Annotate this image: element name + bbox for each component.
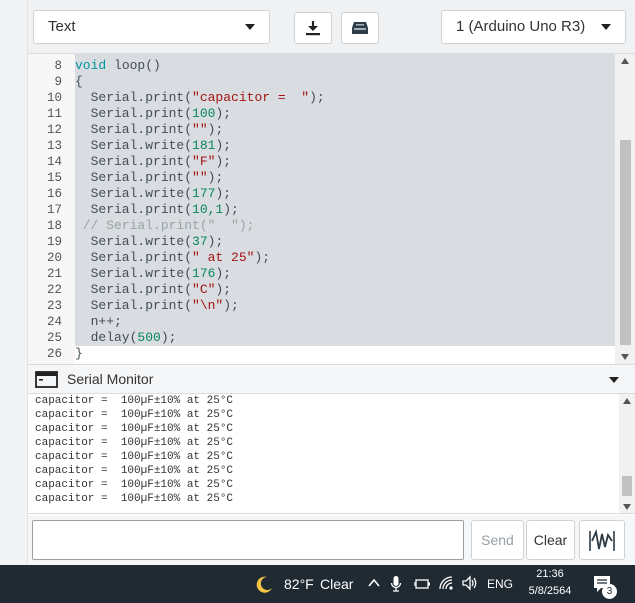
line-number: 10 [46,91,62,105]
microphone-icon[interactable] [390,575,402,593]
code-line: delay(500); [75,330,177,345]
code-line: Serial.write(176); [75,266,232,281]
serial-monitor-header[interactable]: Serial Monitor [28,364,635,394]
scroll-down-icon[interactable] [623,504,631,510]
waveform-icon [589,528,615,551]
serial-output-line: capacitor = 100µF±10% at 25°C [35,437,234,449]
line-number: 26 [46,347,62,361]
code-line: Serial.print("F"); [75,154,232,169]
code-line: n++; [75,314,122,329]
code-line: Serial.print(10,1); [75,202,239,217]
line-number: 9 [54,75,62,89]
serial-output-line: capacitor = 100µF±10% at 25°C [35,409,234,421]
clock-time[interactable]: 21:36 [524,568,576,580]
editor-scrollbar-thumb[interactable] [620,140,631,345]
mode-dropdown-label: Text [48,18,76,35]
code-line: Serial.write(177); [75,186,232,201]
code-line: Serial.print(""); [75,122,224,137]
chevron-down-icon[interactable] [609,377,619,383]
code-line: Serial.write(37); [75,234,224,249]
code-line: Serial.print("\n"); [75,298,239,313]
mode-dropdown[interactable]: Text [33,10,270,44]
line-number: 20 [46,251,62,265]
chevron-down-icon [601,24,611,30]
line-number: 11 [46,107,62,121]
line-number: 12 [46,123,62,137]
serial-output-line: capacitor = 100µF±10% at 25°C [35,465,234,477]
weather-temperature[interactable]: 82°F [284,576,314,592]
upload-to-device-button[interactable] [341,12,379,44]
code-line: Serial.write(181); [75,138,232,153]
board-dropdown[interactable]: 1 (Arduino Uno R3) [441,10,626,44]
download-button[interactable] [294,12,332,44]
battery-plug-icon[interactable] [413,577,431,591]
code-line: Serial.print("C"); [75,282,232,297]
code-line: Serial.print(" at 25"); [75,250,271,265]
serial-input-bar: Send Clear [28,515,635,565]
code-line: Serial.print("capacitor = "); [75,90,325,105]
send-button[interactable]: Send [471,520,524,560]
code-selection-area[interactable]: void loop() { Serial.print("capacitor = … [75,54,615,346]
line-number: 15 [46,171,62,185]
input-language[interactable]: ENG [487,577,513,591]
line-number: 14 [46,155,62,169]
code-line: Serial.print(100); [75,106,232,121]
line-number: 17 [46,203,62,217]
scroll-up-icon[interactable] [623,398,631,404]
clock-date[interactable]: 5/8/2564 [524,585,576,597]
chevron-down-icon [245,24,255,30]
serial-output-line: capacitor = 100µF±10% at 25°C [35,493,234,505]
terminal-window-icon [35,371,58,388]
board-dropdown-label: 1 (Arduino Uno R3) [456,18,586,35]
line-number: 23 [46,299,62,313]
serial-input-field[interactable] [32,520,464,560]
volume-icon[interactable] [461,575,479,591]
serial-output: capacitor = 100µF±10% at 25°C capacitor … [28,394,635,514]
line-number: 18 [46,219,62,233]
serial-output-line: capacitor = 100µF±10% at 25°C [35,451,234,463]
scroll-down-icon[interactable] [621,354,629,360]
serial-output-line: capacitor = 100µF±10% at 25°C [35,423,234,435]
left-panel-strip [0,0,28,565]
code-editor[interactable]: 8 9 10 11 12 13 14 15 16 17 18 19 20 21 … [28,54,635,364]
serial-monitor-title: Serial Monitor [67,371,154,387]
code-line: } [75,346,83,361]
line-number: 19 [46,235,62,249]
taskbar: 82°F Clear ENG 21:36 5/8/2564 3 [0,565,635,603]
wifi-icon[interactable] [438,575,456,591]
clear-button[interactable]: Clear [526,520,575,560]
serial-output-line: capacitor = 100µF±10% at 25°C [35,479,234,491]
line-number: 16 [46,187,62,201]
graph-toggle-button[interactable] [579,520,625,560]
serial-output-line: capacitor = 100µF±10% at 25°C [35,395,234,407]
download-icon [306,21,320,36]
serial-scrollbar-thumb[interactable] [622,476,632,496]
line-number: 13 [46,139,62,153]
toolbar: Text 1 (Arduino Uno R3) [28,0,635,54]
line-number: 8 [54,59,62,73]
moon-icon[interactable] [254,575,274,595]
code-line: Serial.print(""); [75,170,224,185]
editor-scrollbar[interactable] [615,54,635,364]
line-number-gutter: 8 9 10 11 12 13 14 15 16 17 18 19 20 21 … [28,54,75,364]
weather-description[interactable]: Clear [320,576,353,592]
serial-scrollbar[interactable] [619,394,635,513]
notification-count-badge: 3 [602,584,617,599]
line-number: 25 [46,331,62,345]
code-line: { [75,74,83,89]
chevron-up-icon[interactable] [367,577,381,589]
line-number: 21 [46,267,62,281]
line-number: 22 [46,283,62,297]
line-number: 24 [46,315,62,329]
device-upload-icon [352,22,368,34]
code-line: void loop() [75,58,161,73]
scroll-up-icon[interactable] [621,58,629,64]
code-line: // Serial.print(" "); [75,218,255,233]
